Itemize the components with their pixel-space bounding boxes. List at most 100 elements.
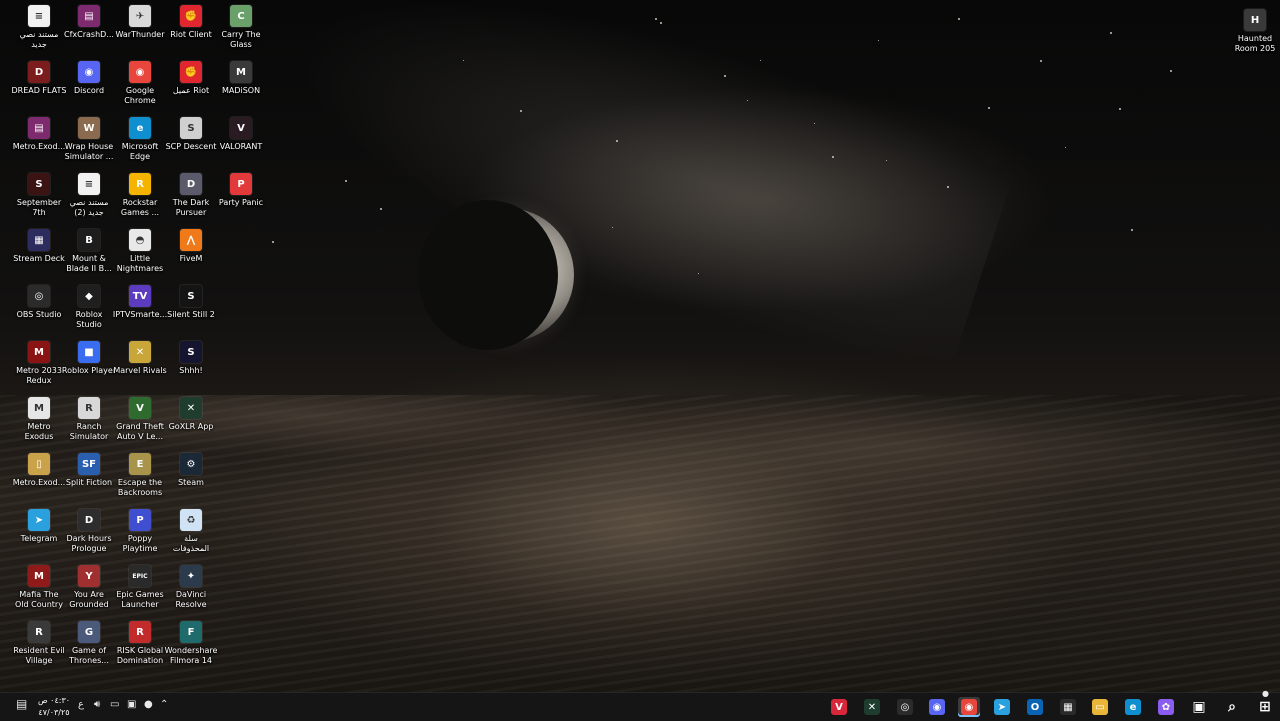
desktop-icon[interactable]: V Grand Theft Auto V Le... xyxy=(115,394,165,448)
desktop-icon[interactable]: ✊ عميل Riot xyxy=(166,58,216,112)
desktop-icon[interactable]: R RISK Global Domination xyxy=(115,618,165,672)
desktop-icon[interactable]: W Wrap House Simulator ... xyxy=(64,114,114,168)
desktop-icon-label: DaVinci Resolve xyxy=(175,590,207,609)
copilot-taskbar-icon[interactable]: ✿ xyxy=(1155,697,1177,717)
search-taskbar-icon[interactable]: ⌕ xyxy=(1221,697,1243,717)
desktop-icon[interactable]: M Metro 2033 Redux xyxy=(14,338,64,392)
desktop-icon[interactable]: P Poppy Playtime xyxy=(115,506,165,560)
telegram-taskbar-icon[interactable]: ➤ xyxy=(991,697,1013,717)
winrar-archive-icon: ▤ xyxy=(78,5,100,27)
game-icon: R xyxy=(129,621,151,643)
desktop-icon[interactable]: ♻ سلة المحذوفات xyxy=(166,506,216,560)
desktop-icon[interactable]: ▯ Metro.Exod... xyxy=(13,450,65,504)
desktop-icon[interactable]: e Microsoft Edge xyxy=(115,114,165,168)
task-view-glyph-icon: ▣ xyxy=(1191,699,1207,715)
desktop-icon[interactable]: ◆ Roblox Studio xyxy=(64,282,114,336)
desktop-icon[interactable]: SF Split Fiction xyxy=(64,450,114,504)
desktop-icon[interactable]: E Escape the Backrooms xyxy=(115,450,165,504)
task-view-taskbar-icon[interactable]: ▣ xyxy=(1188,697,1210,717)
start-menu-taskbar-icon[interactable]: ⊞ xyxy=(1254,697,1276,717)
chrome-taskbar-icon[interactable]: ◉ xyxy=(958,697,980,717)
desktop-icon[interactable]: S SCP Descent xyxy=(166,114,216,168)
chrome-icon: ◉ xyxy=(129,61,151,83)
desktop-icon[interactable]: ▦ Stream Deck xyxy=(13,226,65,280)
file-explorer-taskbar-icon[interactable]: ▭ xyxy=(1089,697,1111,717)
desktop-icon[interactable]: S September 7th xyxy=(14,170,64,224)
desktop-icon[interactable]: D Dark Hours Prologue xyxy=(64,506,114,560)
taskbar-clock[interactable]: ٠٤:٣٠ ص ٤٧/٠٣/٢٥ xyxy=(34,695,74,719)
star xyxy=(1131,229,1133,231)
desktop-icon[interactable]: S Shhh! xyxy=(166,338,216,392)
desktop-icon[interactable]: D DREAD FLATS xyxy=(11,58,67,112)
davinci-resolve-icon: ✦ xyxy=(180,565,202,587)
file-explorer-glyph-icon: ▭ xyxy=(1092,699,1108,715)
desktop-icon[interactable]: EPIC Epic Games Launcher xyxy=(115,562,165,616)
desktop-icon[interactable]: D The Dark Pursuer xyxy=(166,170,216,224)
roblox-studio-icon: ◆ xyxy=(78,285,100,307)
desktop-icon[interactable]: M MADiSON xyxy=(216,58,266,112)
obs-taskbar-icon[interactable]: ◎ xyxy=(894,697,916,717)
desktop-icon[interactable]: ✕ Marvel Rivals xyxy=(113,338,167,392)
desktop-icon[interactable]: G Game of Thrones... xyxy=(64,618,114,672)
microsoft-store-taskbar-icon[interactable]: ▦ xyxy=(1057,697,1079,717)
desktop-icon[interactable]: Y You Are Grounded xyxy=(64,562,114,616)
notification-icon[interactable]: ▤ xyxy=(16,697,27,711)
goxlr-taskbar-icon[interactable]: ✕ xyxy=(861,697,883,717)
desktop-icon[interactable]: R Ranch Simulator xyxy=(64,394,114,448)
desktop-icon[interactable]: B Mount & Blade II B... xyxy=(64,226,114,280)
desktop-icon[interactable]: M Mafia The Old Country xyxy=(14,562,64,616)
discord-icon: ◉ xyxy=(78,61,100,83)
outlook-taskbar-icon[interactable]: O xyxy=(1024,697,1046,717)
rockstar-icon: R xyxy=(129,173,151,195)
valorant-taskbar-icon[interactable]: V xyxy=(828,697,850,717)
desktop-icon[interactable]: S Silent Still 2 xyxy=(166,282,216,336)
volume-icon[interactable]: 🔊︎ xyxy=(94,699,100,710)
desktop-icon[interactable]: M Metro Exodus xyxy=(14,394,64,448)
desktop-icon[interactable]: ✦ DaVinci Resolve xyxy=(166,562,216,616)
desktop-icon[interactable]: ◉ Google Chrome xyxy=(115,58,165,112)
desktop-icon[interactable]: ■ Roblox Player xyxy=(62,338,116,392)
star xyxy=(832,156,834,158)
desktop-icon[interactable]: ▤ Metro.Exod... xyxy=(13,114,65,168)
discord-taskbar-icon[interactable]: ◉ xyxy=(926,697,948,717)
desktop-icon[interactable]: ◓ Little Nightmares xyxy=(115,226,165,280)
desktop-icon-label: سلة المحذوفات xyxy=(172,534,210,553)
desktop-icon-label: Carry The Glass xyxy=(221,30,261,49)
desktop-icon-haunted-room[interactable]: H Haunted Room 205 xyxy=(1230,6,1280,60)
game-icon: P xyxy=(129,509,151,531)
desktop-icon[interactable]: V VALORANT xyxy=(216,114,266,168)
desktop-icon[interactable]: ≡ مستند نصي جديد xyxy=(14,2,64,56)
desktop-icon[interactable]: ◎ OBS Studio xyxy=(14,282,64,336)
meet-now-icon[interactable]: ▣ xyxy=(127,699,136,710)
star xyxy=(1119,108,1121,110)
desktop-icon[interactable]: ➤ Telegram xyxy=(14,506,64,560)
star xyxy=(1040,60,1042,62)
desktop-icon[interactable]: C Carry The Glass xyxy=(216,2,266,56)
desktop-icon[interactable]: ≡ مستند نصي (2) جديد xyxy=(64,170,114,224)
goxlr-icon: ✕ xyxy=(180,397,202,419)
microphone-icon[interactable]: ● xyxy=(144,699,153,710)
desktop-icon[interactable]: ✕ GoXLR App xyxy=(166,394,216,448)
desktop-icon[interactable]: ✊ Riot Client xyxy=(166,2,216,56)
edge-taskbar-icon[interactable]: e xyxy=(1122,697,1144,717)
obs-icon: ◎ xyxy=(28,285,50,307)
desktop-icon-label: Party Panic xyxy=(218,198,264,207)
desktop-icon[interactable]: P Party Panic xyxy=(216,170,266,224)
input-language-indicator[interactable]: ع xyxy=(78,699,84,710)
desktop-icon[interactable]: R Rockstar Games ... xyxy=(115,170,165,224)
desktop-icon[interactable]: ▤ CfxCrashD... xyxy=(64,2,114,56)
desktop-icon[interactable]: TV IPTVSmarte... xyxy=(113,282,167,336)
desktop-icon-label: Haunted Room 205 xyxy=(1234,34,1276,53)
desktop-icon[interactable]: F Wondershare Filmora 14 xyxy=(165,618,217,672)
desktop-icon[interactable]: ⋀ FiveM xyxy=(166,226,216,280)
desktop-icon[interactable]: ⚙ Steam xyxy=(166,450,216,504)
fivem-icon: ⋀ xyxy=(180,229,202,251)
star xyxy=(660,22,662,24)
filmora-icon: F xyxy=(180,621,202,643)
show-hidden-icons-chevron-icon[interactable]: ⌃ xyxy=(160,699,168,710)
clock-date: ٤٧/٠٣/٢٥ xyxy=(38,708,70,717)
desktop-icon[interactable]: R Resident Evil Village xyxy=(13,618,65,672)
network-icon[interactable]: ▭ xyxy=(110,699,119,710)
desktop-icon[interactable]: ◉ Discord xyxy=(64,58,114,112)
desktop-icon[interactable]: ✈ WarThunder xyxy=(115,2,165,56)
